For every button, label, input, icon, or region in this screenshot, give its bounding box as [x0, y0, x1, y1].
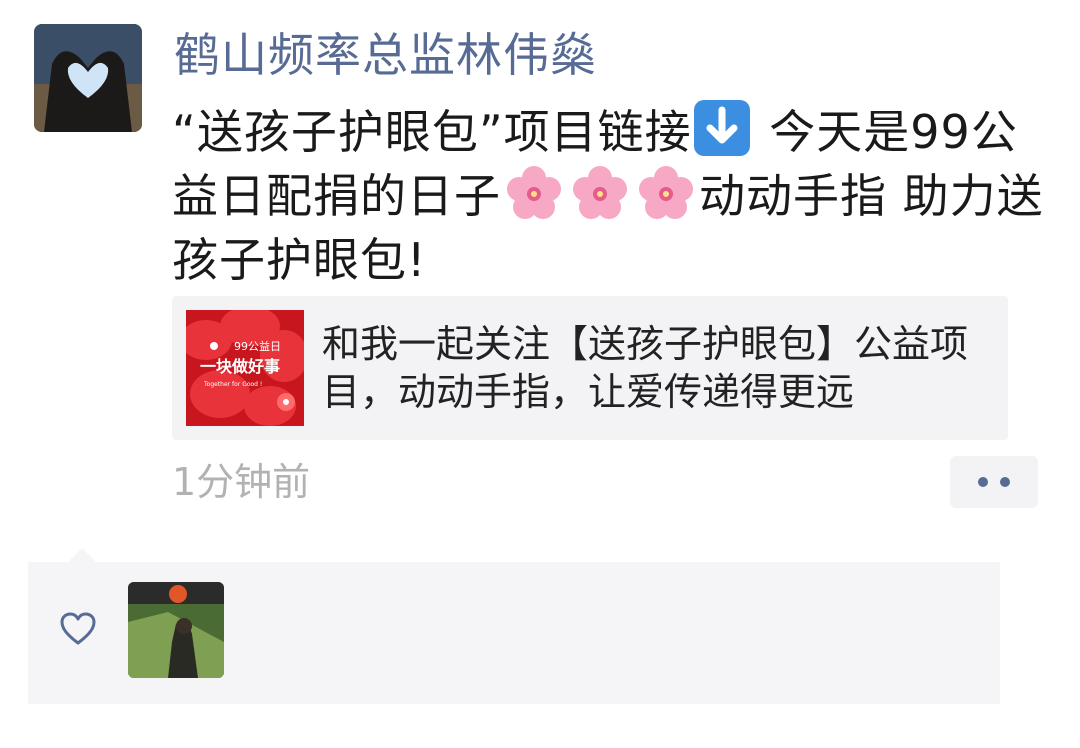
- shared-link-card[interactable]: 99公益日 一块做好事 Together for Good ! 和我一起关注【送…: [172, 296, 1008, 440]
- user-avatar[interactable]: [34, 24, 142, 132]
- post-username[interactable]: 鹤山频率总监林伟燊: [174, 26, 597, 84]
- avatar-heart-hands-image: [34, 24, 142, 132]
- svg-text:99公益日: 99公益日: [234, 339, 281, 353]
- svg-text:一块做好事: 一块做好事: [200, 357, 280, 376]
- more-dot-icon: [978, 477, 988, 487]
- link-thumbnail: 99公益日 一块做好事 Together for Good !: [186, 310, 304, 426]
- cherry-blossom-icon: [571, 164, 629, 222]
- more-dot-icon: [1000, 477, 1010, 487]
- cherry-blossom-icon: [505, 164, 563, 222]
- cherry-blossom-icon: [637, 164, 695, 222]
- post-text-part1: “送孩子护眼包”项目链接: [172, 105, 692, 159]
- more-options-button[interactable]: [950, 456, 1038, 508]
- post-timestamp: 1分钟前: [172, 460, 311, 504]
- heart-icon: [60, 612, 96, 645]
- link-title: 和我一起关注【送孩子护眼包】公益项目，动动手指，让爱传递得更远: [322, 322, 969, 414]
- arrow-down-icon: [693, 100, 750, 156]
- liker-avatar[interactable]: [128, 582, 224, 678]
- svg-text:Together for Good !: Together for Good !: [203, 381, 262, 388]
- post-content: “送孩子护眼包”项目链接 今天是99公益日配捐的日子 动动手指 助力送孩子护眼包!: [172, 100, 1052, 292]
- moments-post: 鹤山频率总监林伟燊 “送孩子护眼包”项目链接 今天是99公益日配捐的日子 动动手指…: [0, 0, 1080, 748]
- likes-section: [28, 548, 1000, 704]
